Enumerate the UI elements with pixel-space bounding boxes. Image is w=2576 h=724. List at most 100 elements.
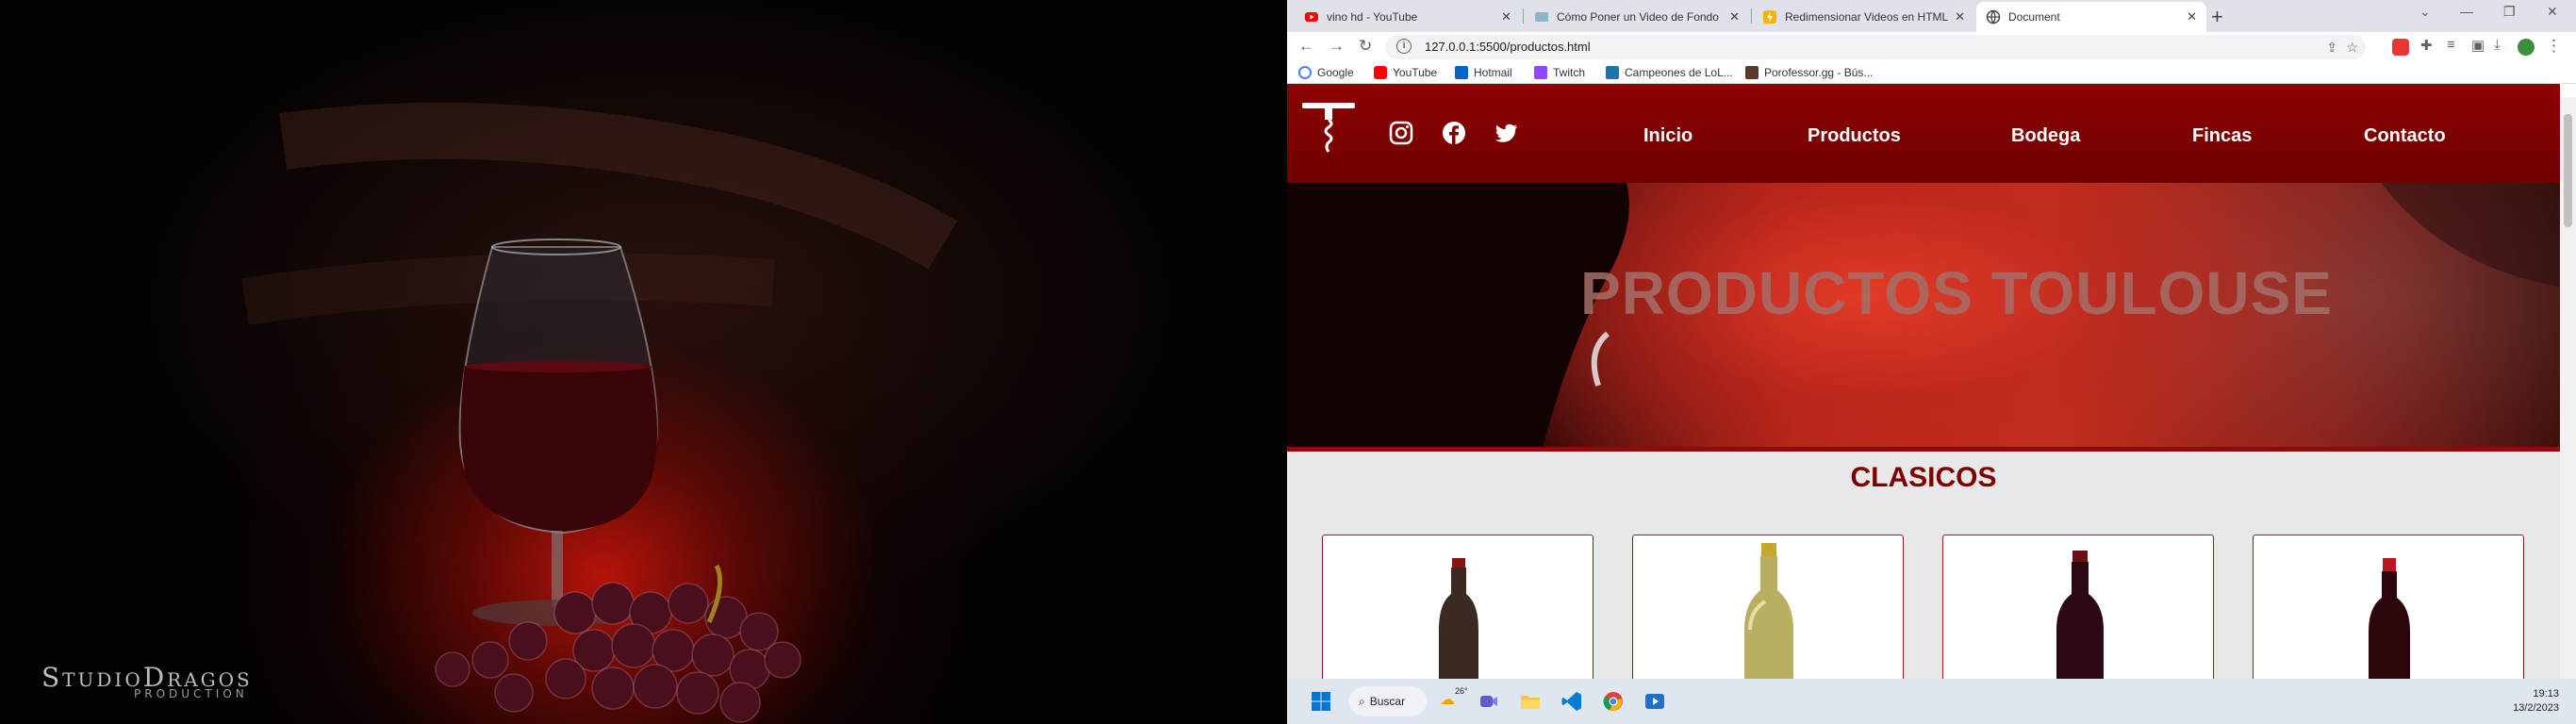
video-icon [1534, 9, 1549, 25]
forward-arrow-icon[interactable]: → [1329, 37, 1345, 56]
red-wine-bottle-image [2056, 551, 2104, 679]
address-bar[interactable]: i 127.0.0.1:5500/productos.html ⇪ ☆ [1385, 35, 2366, 59]
media-player-icon[interactable] [1643, 690, 1666, 713]
lightning-icon [1762, 9, 1777, 25]
browser-toolbar: ← → ↻ i 127.0.0.1:5500/productos.html ⇪ … [1287, 32, 2576, 62]
product-card[interactable] [1942, 535, 2214, 679]
close-icon[interactable]: ✕ [2187, 9, 2197, 25]
browser-window: vino hd - YouTube ✕ Cómo Poner un Video … [1287, 0, 2576, 679]
scrollbar-thumb[interactable] [2564, 114, 2572, 227]
bookmark-porofessor[interactable]: Porofessor.gg - Bús... [1745, 66, 1873, 79]
wine-glass-illustration [241, 102, 958, 723]
tab-title: vino hd - YouTube [1327, 10, 1418, 24]
bookmark-youtube[interactable]: YouTube [1374, 66, 1437, 79]
side-panel-icon[interactable]: ▣ [2471, 37, 2485, 54]
studio-logo-sub: PRODUCTION [134, 687, 248, 700]
tab-bar: vino hd - YouTube ✕ Cómo Poner un Video … [1287, 0, 2576, 32]
facebook-icon[interactable] [1441, 120, 1467, 146]
tab-title: Document [2008, 10, 2060, 24]
tab-title: Redimensionar Videos en HTML [1785, 10, 1949, 24]
taskbar: ⌕ Buscar ☁ 26° 19:13 13/2/2023 [1287, 679, 2576, 724]
windows-start-icon[interactable] [1310, 690, 1332, 713]
outlook-icon [1455, 66, 1468, 79]
lol-icon [1606, 66, 1619, 79]
weather-cloud-icon: ☁ [1440, 692, 1455, 708]
instagram-icon[interactable] [1388, 120, 1414, 146]
product-card[interactable] [1322, 535, 1593, 679]
product-card[interactable] [2253, 535, 2524, 679]
twitch-icon [1534, 66, 1547, 79]
desktop-wallpaper: StudioDragos PRODUCTION [0, 0, 1287, 724]
bookmark-label: Porofessor.gg - Bús... [1764, 66, 1874, 79]
nav-link-productos[interactable]: Productos [1808, 125, 1901, 147]
kebab-menu-icon[interactable]: ⋮ [2546, 37, 2562, 56]
close-icon[interactable]: ✕ [1729, 9, 1740, 25]
globe-icon [1986, 9, 2001, 25]
vscode-icon[interactable] [1560, 690, 1583, 713]
media-queue-icon[interactable]: ≡ [2447, 37, 2455, 53]
tab-document[interactable]: Document ✕ [1976, 2, 2206, 32]
file-explorer-icon[interactable] [1519, 690, 1542, 713]
bookmark-twitch[interactable]: Twitch [1534, 66, 1585, 79]
share-icon[interactable]: ⇪ [2326, 40, 2337, 56]
site-info-icon[interactable]: i [1396, 39, 1412, 54]
back-arrow-icon[interactable]: ← [1298, 37, 1314, 56]
hero-title: PRODUCTOS TOULOUSE [1580, 259, 2333, 327]
site-navbar: Inicio Productos Bodega Fincas Contacto [1287, 84, 2560, 183]
nav-link-contacto[interactable]: Contacto [2364, 125, 2446, 147]
section-title: CLASICOS [1850, 462, 1997, 493]
system-clock[interactable]: 19:13 13/2/2023 [2513, 687, 2559, 716]
nav-link-bodega[interactable]: Bodega [2011, 125, 2080, 147]
youtube-icon [1374, 66, 1387, 79]
chevron-down-icon[interactable]: ⌄ [2419, 4, 2431, 20]
page-scrollbar[interactable] [2560, 97, 2576, 679]
maximize-button[interactable]: ❐ [2503, 4, 2516, 20]
clock-time: 19:13 [2533, 688, 2559, 699]
bookmark-hotmail[interactable]: Hotmail [1455, 66, 1512, 79]
red-wine-bottle-image [2369, 558, 2410, 679]
puzzle-extensions-icon[interactable]: ✚ [2420, 37, 2433, 54]
search-label: Buscar [1369, 695, 1406, 708]
tab-title: Cómo Poner un Video de Fondo [1557, 10, 1719, 24]
web-page: Inicio Productos Bodega Fincas Contacto … [1287, 84, 2560, 679]
hero-divider [1287, 447, 2560, 452]
new-tab-button[interactable]: + [2211, 5, 2223, 29]
twitter-icon[interactable] [1494, 120, 1520, 146]
bookmark-label: YouTube [1393, 66, 1438, 79]
nav-link-inicio[interactable]: Inicio [1643, 125, 1693, 147]
clock-date: 13/2/2023 [2513, 702, 2559, 714]
window-close-button[interactable]: ✕ [2547, 4, 2558, 20]
weather-widget[interactable]: ☁ 26° [1440, 686, 1468, 713]
tab-video-fondo[interactable]: Cómo Poner un Video de Fondo ✕ [1525, 2, 1749, 32]
hero-banner: PRODUCTOS TOULOUSE [1287, 183, 2560, 452]
close-icon[interactable]: ✕ [1955, 9, 1965, 25]
bookmark-label: Hotmail [1474, 66, 1512, 79]
adblock-extension-icon[interactable] [2392, 39, 2409, 56]
bookmarks-bar: Google YouTube Hotmail Twitch Campeones … [1287, 62, 2576, 84]
minimize-button[interactable]: — [2460, 4, 2473, 19]
corkscrew-logo-icon[interactable] [1300, 97, 1357, 154]
download-icon[interactable]: ⤓ [2494, 37, 2501, 53]
avatar[interactable] [2518, 39, 2535, 56]
meet-icon[interactable] [1478, 690, 1500, 713]
bookmark-google[interactable]: Google [1298, 66, 1354, 79]
close-icon[interactable]: ✕ [1501, 9, 1511, 25]
product-card[interactable] [1632, 535, 1904, 679]
bookmark-star-icon[interactable]: ☆ [2346, 40, 2358, 56]
taskbar-search[interactable]: ⌕ Buscar [1349, 686, 1427, 716]
weather-temp: 26° [1455, 686, 1468, 696]
porofessor-icon [1745, 66, 1759, 79]
url-text[interactable]: 127.0.0.1:5500/productos.html [1425, 40, 1591, 54]
bookmark-label: Campeones de LoL... [1625, 66, 1733, 79]
tab-redimensionar[interactable]: Redimensionar Videos en HTML ✕ [1753, 2, 1974, 32]
chrome-icon[interactable] [1602, 690, 1625, 713]
red-wine-bottle-image [1439, 558, 1478, 679]
google-icon [1298, 66, 1312, 79]
youtube-icon [1304, 9, 1319, 25]
bookmark-lol[interactable]: Campeones de LoL... [1606, 66, 1733, 79]
white-wine-bottle-image [1744, 543, 1793, 679]
bookmark-label: Google [1317, 66, 1354, 79]
reload-icon[interactable]: ↻ [1359, 37, 1372, 56]
nav-link-fincas[interactable]: Fincas [2192, 125, 2252, 147]
tab-youtube[interactable]: vino hd - YouTube ✕ [1295, 2, 1521, 32]
